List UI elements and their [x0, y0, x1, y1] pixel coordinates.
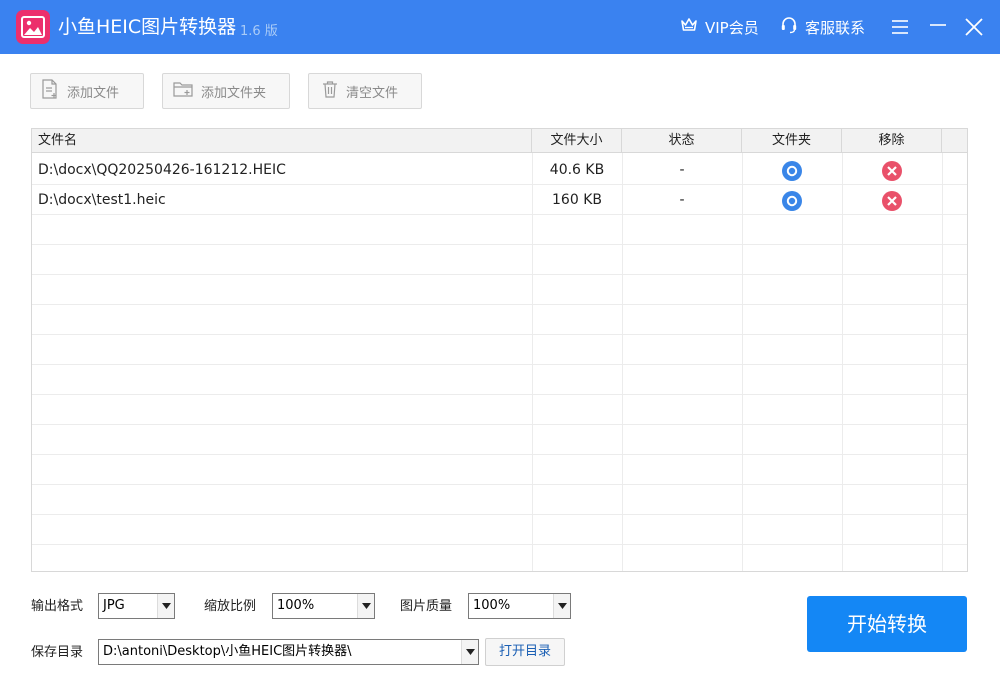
- customer-service-button[interactable]: 客服联系: [780, 17, 865, 37]
- quality-label: 图片质量: [400, 599, 452, 615]
- grid-line: [32, 514, 967, 515]
- file-status: -: [622, 155, 742, 185]
- vip-button[interactable]: VIP会员: [680, 17, 759, 37]
- app-logo: [16, 10, 50, 44]
- file-name: D:\docx\QQ20250426-161212.HEIC: [38, 155, 528, 185]
- quality-select[interactable]: 100%: [468, 593, 571, 619]
- grid-line: [32, 244, 967, 245]
- column-header-size[interactable]: 文件大小: [532, 129, 622, 153]
- menu-button[interactable]: [887, 14, 913, 40]
- quality-value: 100%: [473, 598, 510, 613]
- crown-icon: [680, 17, 705, 37]
- clear-files-label: 清空文件: [346, 82, 398, 101]
- output-format-label: 输出格式: [31, 599, 83, 615]
- column-header-remove[interactable]: 移除: [842, 129, 942, 153]
- grid-line: [742, 153, 743, 572]
- close-icon: [961, 29, 987, 44]
- remove-icon[interactable]: [882, 161, 902, 181]
- table-header: 文件名 文件大小 状态 文件夹 移除: [32, 129, 967, 153]
- file-size: 40.6 KB: [532, 155, 622, 185]
- grid-line: [32, 454, 967, 455]
- save-dir-value: D:\antoni\Desktop\小鱼HEIC图片转换器\: [103, 644, 352, 659]
- file-status: -: [622, 185, 742, 215]
- grid-line: [32, 274, 967, 275]
- grid-line: [32, 334, 967, 335]
- file-table: 文件名 文件大小 状态 文件夹 移除 D:\docx\QQ20250426-16…: [31, 128, 968, 572]
- dropdown-arrow-icon[interactable]: [157, 594, 174, 618]
- add-file-icon: [41, 79, 67, 103]
- output-format-value: JPG: [103, 598, 125, 613]
- scale-select[interactable]: 100%: [272, 593, 375, 619]
- table-row[interactable]: D:\docx\test1.heic 160 KB -: [32, 185, 967, 215]
- save-dir-select[interactable]: D:\antoni\Desktop\小鱼HEIC图片转换器\: [98, 639, 479, 665]
- column-header-status[interactable]: 状态: [622, 129, 742, 153]
- add-folder-icon: [173, 80, 201, 102]
- output-format-select[interactable]: JPG: [98, 593, 175, 619]
- file-name: D:\docx\test1.heic: [38, 185, 528, 215]
- grid-line: [32, 424, 967, 425]
- headset-icon: [780, 16, 805, 38]
- add-folder-label: 添加文件夹: [201, 82, 266, 101]
- clear-files-button[interactable]: 清空文件: [308, 73, 422, 109]
- minimize-icon: [925, 29, 951, 44]
- trash-icon: [322, 80, 346, 102]
- minimize-button[interactable]: [925, 14, 951, 40]
- grid-line: [32, 364, 967, 365]
- remove-icon[interactable]: [882, 191, 902, 211]
- table-row[interactable]: D:\docx\QQ20250426-161212.HEIC 40.6 KB -: [32, 155, 967, 185]
- grid-line: [32, 484, 967, 485]
- start-convert-button[interactable]: 开始转换: [807, 596, 967, 652]
- folder-open-icon[interactable]: [782, 191, 802, 211]
- scale-value: 100%: [277, 598, 314, 613]
- grid-line: [622, 153, 623, 572]
- column-header-name[interactable]: 文件名: [32, 129, 532, 153]
- dropdown-arrow-icon[interactable]: [357, 594, 374, 618]
- grid-line: [532, 153, 533, 572]
- grid-line: [32, 394, 967, 395]
- dropdown-arrow-icon[interactable]: [553, 594, 570, 618]
- grid-line: [32, 304, 967, 305]
- open-directory-button[interactable]: 打开目录: [485, 638, 565, 666]
- title-bar: 小鱼HEIC图片转换器 1.6 版 VIP会员 客服联系: [0, 0, 1000, 54]
- save-dir-label: 保存目录: [31, 645, 83, 661]
- vip-label: VIP会员: [705, 17, 759, 38]
- file-size: 160 KB: [532, 185, 622, 215]
- app-title: 小鱼HEIC图片转换器: [58, 15, 236, 39]
- column-header-folder[interactable]: 文件夹: [742, 129, 842, 153]
- dropdown-arrow-icon[interactable]: [461, 640, 478, 664]
- add-file-label: 添加文件: [67, 82, 119, 101]
- scale-label: 缩放比例: [204, 599, 256, 615]
- add-file-button[interactable]: 添加文件: [30, 73, 144, 109]
- grid-line: [842, 153, 843, 572]
- add-folder-button[interactable]: 添加文件夹: [162, 73, 290, 109]
- app-version: 1.6 版: [240, 20, 278, 39]
- hamburger-menu-icon: [887, 29, 913, 44]
- grid-line: [32, 544, 967, 545]
- service-label: 客服联系: [805, 17, 865, 38]
- grid-line: [942, 153, 943, 572]
- folder-open-icon[interactable]: [782, 161, 802, 181]
- close-button[interactable]: [961, 14, 987, 40]
